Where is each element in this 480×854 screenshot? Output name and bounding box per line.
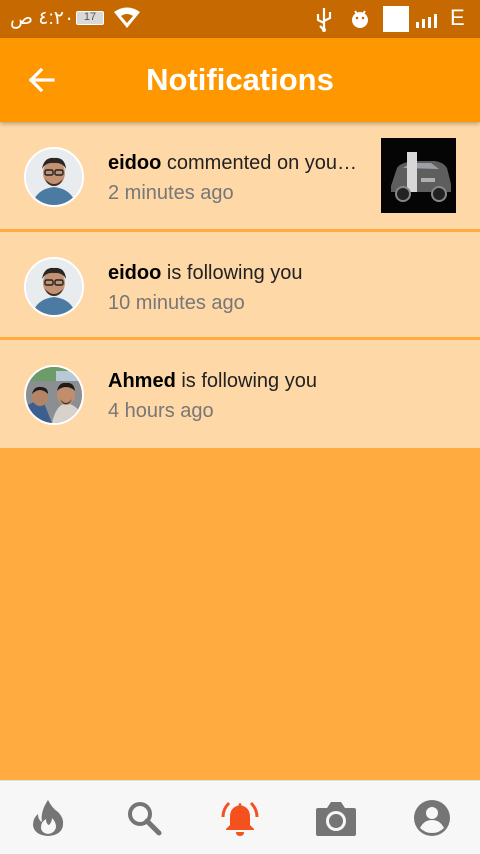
notification-time: 10 minutes ago bbox=[108, 292, 245, 314]
user-avatar-image bbox=[26, 149, 82, 205]
wifi-icon bbox=[114, 7, 140, 28]
notification-action: commented on your post bbox=[166, 152, 358, 174]
car-thumbnail-image bbox=[381, 138, 456, 213]
signal-icon bbox=[416, 14, 437, 28]
post-thumbnail[interactable] bbox=[381, 138, 456, 213]
nav-item-trending[interactable] bbox=[0, 781, 96, 854]
nav-item-profile[interactable] bbox=[384, 781, 480, 854]
notification-time: 2 minutes ago bbox=[108, 182, 234, 204]
notification-time: 4 hours ago bbox=[108, 400, 214, 422]
notification-action: is following you bbox=[161, 262, 303, 284]
notification-username[interactable]: eidoo bbox=[108, 262, 161, 284]
search-icon bbox=[128, 802, 162, 836]
notification-item[interactable]: eidoo is following you 10 minutes ago bbox=[0, 232, 480, 340]
notification-action: is following you bbox=[175, 370, 317, 392]
avatar[interactable] bbox=[24, 365, 84, 425]
bell-icon bbox=[221, 801, 259, 836]
notification-list: eidoo commented on your post 2 minutes a… bbox=[0, 122, 480, 448]
bottom-navigation bbox=[0, 780, 480, 854]
notification-item[interactable]: Ahmed is following you 4 hours ago bbox=[0, 340, 480, 448]
notification-text: Ahmed is following you bbox=[108, 369, 358, 393]
network-type: E bbox=[450, 5, 465, 30]
nav-item-notifications[interactable] bbox=[192, 781, 288, 854]
status-bar: ٤:٢٠ ص 17 E bbox=[0, 0, 480, 38]
user-avatar-image bbox=[26, 367, 82, 423]
avatar[interactable] bbox=[24, 257, 84, 317]
notification-item[interactable]: eidoo commented on your post 2 minutes a… bbox=[0, 122, 480, 232]
android-icon bbox=[352, 10, 368, 28]
notification-username[interactable]: Ahmed bbox=[108, 370, 176, 392]
app-bar: Notifications bbox=[0, 38, 480, 122]
notification-indicator-icon bbox=[383, 6, 409, 32]
flame-icon bbox=[33, 800, 64, 836]
notification-text: eidoo is following you bbox=[108, 261, 358, 285]
usb-icon bbox=[316, 8, 332, 32]
profile-icon bbox=[414, 800, 450, 836]
camera-icon bbox=[316, 802, 356, 836]
notification-text: eidoo commented on your post bbox=[108, 151, 358, 175]
notification-username[interactable]: eidoo bbox=[108, 152, 161, 174]
page-title: Notifications bbox=[146, 62, 334, 97]
status-time: ٤:٢٠ ص bbox=[10, 8, 75, 29]
nav-item-camera[interactable] bbox=[288, 781, 384, 854]
avatar[interactable] bbox=[24, 147, 84, 207]
user-avatar-image bbox=[26, 259, 82, 315]
battery-icon: 17 bbox=[76, 11, 104, 25]
nav-item-search[interactable] bbox=[96, 781, 192, 854]
